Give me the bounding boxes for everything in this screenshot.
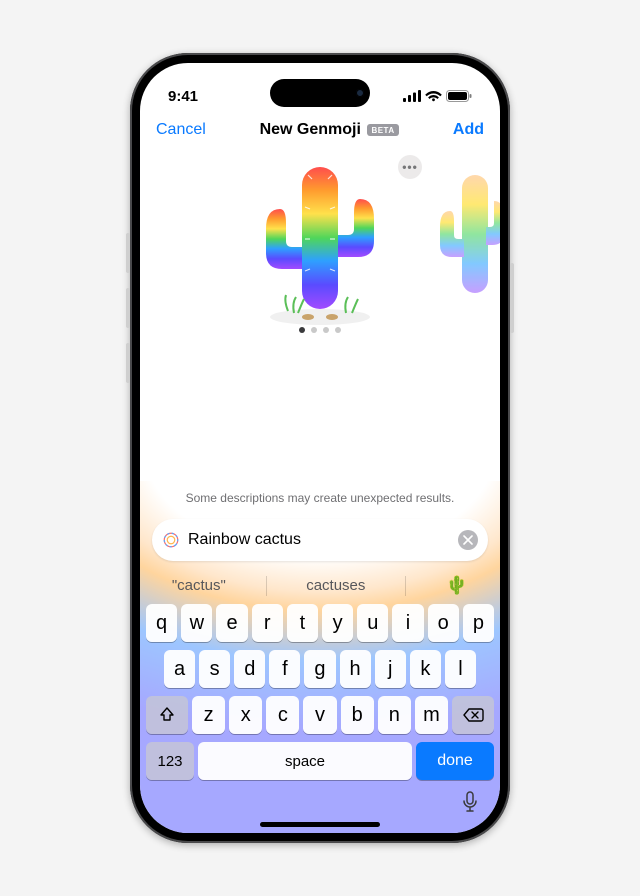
intelligence-icon xyxy=(162,531,180,549)
key-f[interactable]: f xyxy=(269,650,300,688)
screen: 9:41 Cancel New Genmoji BETA Add ••• xyxy=(140,63,500,833)
add-button[interactable]: Add xyxy=(453,121,484,139)
key-m[interactable]: m xyxy=(415,696,448,734)
key-e[interactable]: e xyxy=(216,604,247,642)
key-l[interactable]: l xyxy=(445,650,476,688)
key-p[interactable]: p xyxy=(463,604,494,642)
battery-icon xyxy=(446,90,472,102)
key-u[interactable]: u xyxy=(357,604,388,642)
preview-area[interactable]: ••• xyxy=(140,149,500,339)
prompt-input[interactable] xyxy=(188,531,450,549)
space-key[interactable]: space xyxy=(198,742,412,780)
key-b[interactable]: b xyxy=(341,696,374,734)
key-k[interactable]: k xyxy=(410,650,441,688)
key-i[interactable]: i xyxy=(392,604,423,642)
shift-key[interactable] xyxy=(146,696,188,734)
wifi-icon xyxy=(425,90,442,102)
page-indicator[interactable] xyxy=(299,327,341,333)
status-icons xyxy=(403,90,472,102)
more-options-button[interactable]: ••• xyxy=(398,155,422,179)
phone-frame: 9:41 Cancel New Genmoji BETA Add ••• xyxy=(130,53,510,843)
clear-button[interactable] xyxy=(458,530,478,550)
key-x[interactable]: x xyxy=(229,696,262,734)
page-title: New Genmoji BETA xyxy=(260,121,400,139)
key-s[interactable]: s xyxy=(199,650,230,688)
genmoji-preview-alt xyxy=(432,167,500,307)
navbar: Cancel New Genmoji BETA Add xyxy=(140,117,500,149)
hint-text: Some descriptions may create unexpected … xyxy=(140,485,500,519)
home-indicator[interactable] xyxy=(260,822,380,827)
suggestion-1[interactable]: "cactus" xyxy=(172,577,226,594)
key-j[interactable]: j xyxy=(375,650,406,688)
key-g[interactable]: g xyxy=(304,650,335,688)
genmoji-preview-main xyxy=(250,149,390,329)
cancel-button[interactable]: Cancel xyxy=(156,121,206,139)
key-y[interactable]: y xyxy=(322,604,353,642)
key-a[interactable]: a xyxy=(164,650,195,688)
key-d[interactable]: d xyxy=(234,650,265,688)
keyboard: qwertyuiop asdfghjkl zxcvbnm 123 space xyxy=(140,600,500,780)
done-key[interactable]: done xyxy=(416,742,494,780)
key-n[interactable]: n xyxy=(378,696,411,734)
clock: 9:41 xyxy=(168,88,198,105)
key-o[interactable]: o xyxy=(428,604,459,642)
lower-panel: Some descriptions may create unexpected … xyxy=(140,481,500,833)
cellular-icon xyxy=(403,90,421,102)
suggestion-2[interactable]: cactuses xyxy=(306,577,365,594)
dynamic-island xyxy=(270,79,370,107)
key-z[interactable]: z xyxy=(192,696,225,734)
suggestion-emoji[interactable]: 🌵 xyxy=(446,575,468,596)
prompt-field[interactable] xyxy=(152,519,488,561)
key-t[interactable]: t xyxy=(287,604,318,642)
suggestion-bar: "cactus" cactuses 🌵 xyxy=(140,569,500,600)
key-q[interactable]: q xyxy=(146,604,177,642)
beta-badge: BETA xyxy=(367,124,399,136)
key-v[interactable]: v xyxy=(303,696,336,734)
key-c[interactable]: c xyxy=(266,696,299,734)
key-r[interactable]: r xyxy=(252,604,283,642)
backspace-key[interactable] xyxy=(452,696,494,734)
key-h[interactable]: h xyxy=(340,650,371,688)
numbers-key[interactable]: 123 xyxy=(146,742,194,780)
key-w[interactable]: w xyxy=(181,604,212,642)
dictation-icon[interactable] xyxy=(462,791,478,813)
